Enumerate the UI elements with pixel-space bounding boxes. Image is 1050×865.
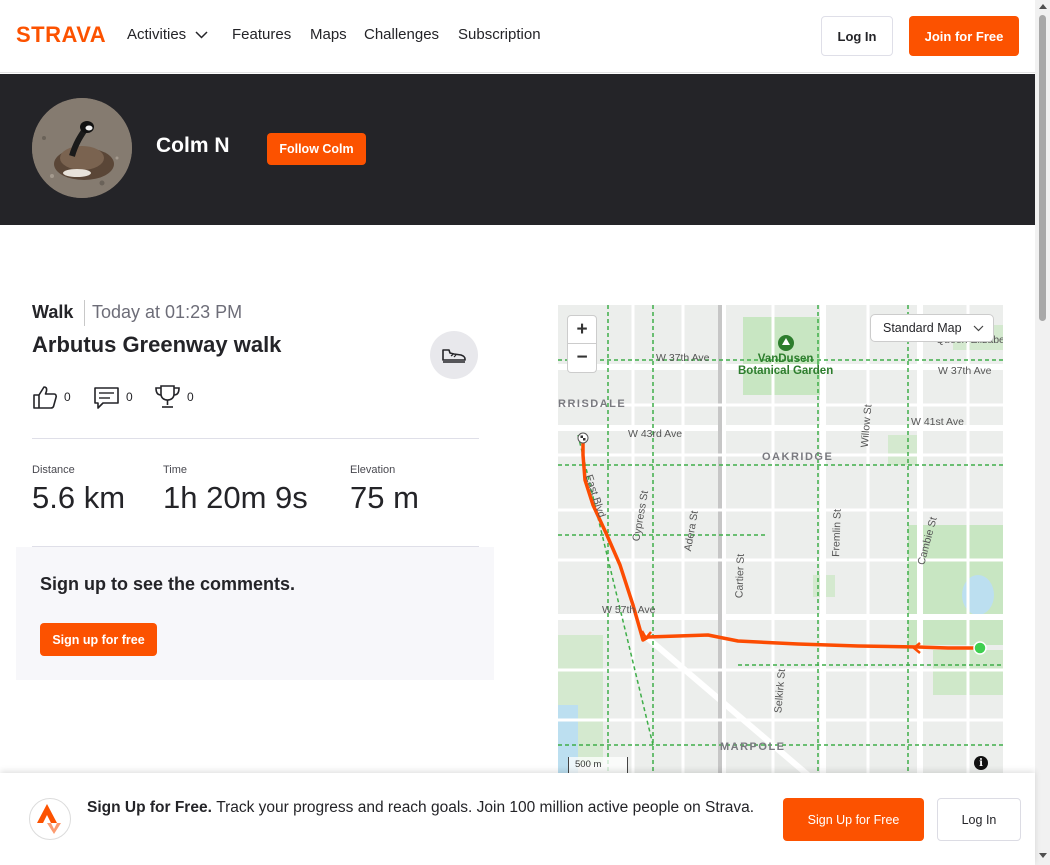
- nav-maps[interactable]: Maps: [310, 26, 347, 43]
- street-label: W 37th Ave: [656, 352, 710, 364]
- page-scrollbar[interactable]: [1035, 0, 1050, 865]
- activity-date: Today at 01:23 PM: [92, 302, 243, 322]
- area-label: MARPOLE: [720, 741, 786, 753]
- activity-divider: [84, 300, 85, 326]
- area-label: OAKRIDGE: [762, 451, 834, 463]
- page: STRAVA Activities Features Maps Challeng…: [0, 0, 1050, 865]
- comments-button[interactable]: 0: [93, 384, 133, 410]
- strava-logo[interactable]: STRAVA: [16, 22, 111, 49]
- stat-value: 1h 20m 9s: [163, 480, 308, 515]
- zoom-out-button[interactable]: −: [567, 344, 597, 373]
- map-style-label: Standard Map: [883, 321, 962, 335]
- stat-elevation: Elevation 75 m: [350, 464, 419, 516]
- info-icon[interactable]: i: [974, 756, 988, 770]
- zoom-in-button[interactable]: +: [567, 315, 597, 344]
- stat-value: 5.6 km: [32, 480, 126, 515]
- comment-icon: [94, 387, 119, 409]
- shoe-icon: [442, 349, 466, 363]
- signup-for-free-button[interactable]: Sign up for free: [40, 623, 157, 656]
- trophy-icon: [155, 385, 180, 408]
- signup-banner-body: Track your progress and reach goals. Joi…: [216, 799, 755, 816]
- comments-signup-box: Sign up to see the comments. Sign up for…: [16, 547, 494, 680]
- street-label: W 41st Ave: [911, 416, 964, 428]
- route-start-marker: [577, 432, 589, 444]
- activity-title: Arbutus Greenway walk: [32, 332, 282, 357]
- park-pin-icon: [778, 335, 794, 351]
- nav-subscription[interactable]: Subscription: [458, 26, 541, 43]
- comments-count: 0: [126, 390, 133, 404]
- athlete-avatar[interactable]: [32, 98, 132, 198]
- join-button[interactable]: Join for Free: [909, 16, 1019, 56]
- signup-banner-signup-button[interactable]: Sign Up for Free: [783, 798, 924, 841]
- scroll-thumb[interactable]: [1039, 15, 1046, 321]
- chevron-down-icon: [195, 30, 208, 39]
- poi-line: VanDusen: [757, 353, 814, 365]
- street-label: W 57th Ave: [602, 604, 656, 616]
- stat-label: Time: [163, 464, 188, 476]
- area-label: RRISDALE: [558, 398, 627, 410]
- signup-banner: Sign Up for Free. Track your progress an…: [0, 773, 1035, 865]
- stat-time: Time 1h 20m 9s: [163, 464, 308, 516]
- achievements-count: 0: [187, 390, 194, 404]
- athlete-banner: Colm N Follow Colm: [0, 74, 1035, 225]
- nav-features[interactable]: Features: [232, 26, 291, 43]
- strava-logo-text: STRAVA: [16, 24, 106, 44]
- scroll-up-arrow-icon[interactable]: [1039, 4, 1047, 9]
- signup-banner-text: Sign Up for Free. Track your progress an…: [87, 797, 757, 819]
- nav-activities-label: Activities: [127, 26, 187, 43]
- poi-line: Botanical Garden: [738, 365, 834, 377]
- street-label: Fremlin St: [830, 508, 844, 558]
- street-label: W 37th Ave: [938, 365, 992, 377]
- thumbs-up-icon: [33, 386, 57, 409]
- activity-map[interactable]: W 37th Ave W 37th Ave Queen Elizabeth W …: [558, 305, 1003, 775]
- kudos-count: 0: [64, 390, 71, 404]
- scroll-down-arrow-icon[interactable]: [1039, 853, 1047, 858]
- top-navigation: STRAVA Activities Features Maps Challeng…: [0, 0, 1035, 73]
- route-end-marker: [973, 641, 987, 655]
- activity-type: Walk: [32, 302, 74, 322]
- comments-prompt: Sign up to see the comments.: [40, 574, 296, 594]
- stat-label: Elevation: [350, 464, 396, 476]
- achievements-button[interactable]: 0: [154, 384, 194, 410]
- poi-label: VanDusen Botanical Garden: [738, 353, 833, 377]
- chevron-down-icon: [973, 325, 984, 332]
- map-style-select[interactable]: Standard Map: [870, 314, 994, 342]
- signup-banner-headline: Sign Up for Free.: [87, 799, 217, 816]
- signup-banner-login-button[interactable]: Log In: [937, 798, 1021, 841]
- nav-challenges[interactable]: Challenges: [364, 26, 439, 43]
- athlete-name[interactable]: Colm N: [156, 134, 230, 158]
- street-label: W 43rd Ave: [628, 428, 683, 440]
- divider: [32, 438, 479, 439]
- sport-type-button[interactable]: [430, 331, 478, 379]
- strava-app-icon: [29, 798, 71, 840]
- stat-label: Distance: [32, 464, 75, 476]
- follow-button[interactable]: Follow Colm: [267, 133, 366, 165]
- login-button[interactable]: Log In: [821, 16, 893, 56]
- stat-value: 75 m: [350, 480, 419, 515]
- street-label: Cartier St: [733, 553, 747, 599]
- nav-activities[interactable]: Activities: [127, 26, 208, 43]
- stat-distance: Distance 5.6 km: [32, 464, 125, 516]
- kudos-button[interactable]: 0: [32, 384, 71, 410]
